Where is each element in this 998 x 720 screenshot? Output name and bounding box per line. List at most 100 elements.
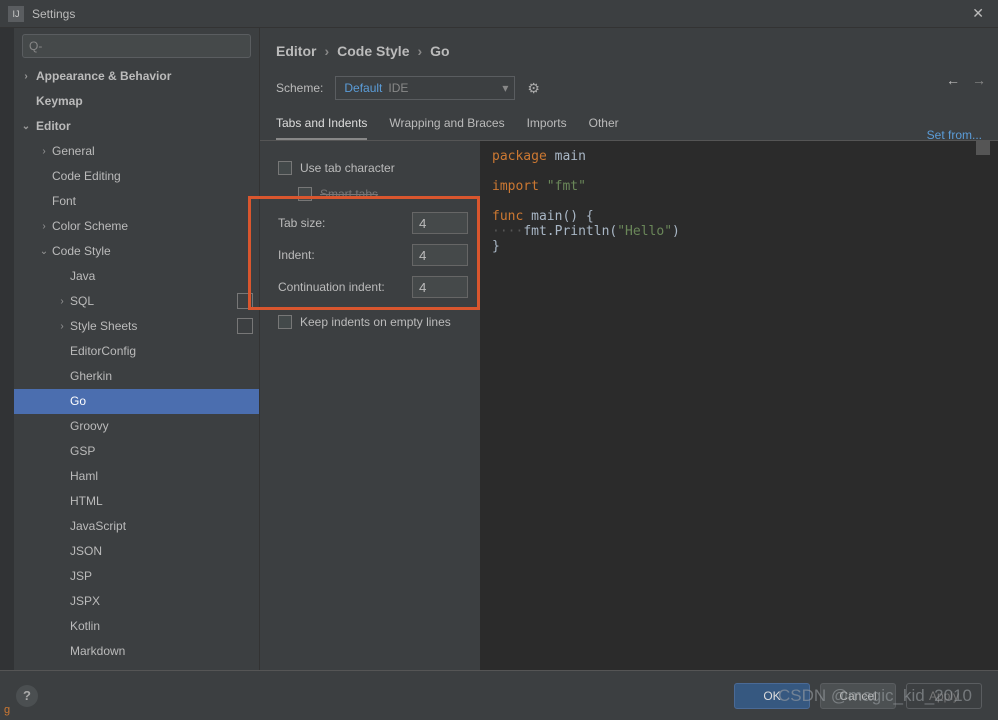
tree-item-label: General xyxy=(52,144,95,158)
tree-item-label: Style Sheets xyxy=(70,319,137,333)
tree-item-label: JSP xyxy=(70,569,92,583)
tab-imports[interactable]: Imports xyxy=(527,116,567,140)
tree-item-label: JSON xyxy=(70,544,102,558)
indent-label: Indent: xyxy=(278,248,315,262)
preview-settings-icon[interactable] xyxy=(976,141,990,155)
continuation-indent-input[interactable] xyxy=(412,276,468,298)
smart-tabs-label: Smart tabs xyxy=(320,187,378,201)
ok-button[interactable]: OK xyxy=(734,683,810,709)
keep-indents-label: Keep indents on empty lines xyxy=(300,315,451,329)
tree-item-label: HTML xyxy=(70,494,103,508)
tree-item-label: Gherkin xyxy=(70,369,112,383)
tree-item-label: Go xyxy=(70,394,86,408)
tree-item-label: Java xyxy=(70,269,95,283)
expand-icon[interactable]: › xyxy=(20,64,32,89)
expand-icon[interactable]: › xyxy=(38,139,50,164)
apply-button: Apply xyxy=(906,683,982,709)
crumb-editor[interactable]: Editor xyxy=(276,43,316,59)
nav-back-icon[interactable]: ← xyxy=(946,72,960,88)
tree-item-label: Keymap xyxy=(36,94,83,108)
expand-icon[interactable]: ⌄ xyxy=(38,239,50,264)
tree-item-label: Code Style xyxy=(52,244,111,258)
tree-item-editorconfig[interactable]: EditorConfig xyxy=(14,339,259,364)
expand-icon[interactable]: › xyxy=(56,289,68,314)
tree-item-label: Color Scheme xyxy=(52,219,128,233)
tree-item-go[interactable]: Go xyxy=(14,389,259,414)
continuation-indent-label: Continuation indent: xyxy=(278,280,385,294)
tree-item-label: Code Editing xyxy=(52,169,121,183)
tree-item-label: JSPX xyxy=(70,594,100,608)
breadcrumb: Editor › Code Style › Go xyxy=(260,28,998,64)
scheme-label: Scheme: xyxy=(276,81,323,95)
tree-item-html[interactable]: HTML xyxy=(14,489,259,514)
tree-item-label: JavaScript xyxy=(70,519,126,533)
tree-item-keymap[interactable]: Keymap xyxy=(14,89,259,114)
tree-item-json[interactable]: JSON xyxy=(14,539,259,564)
search-input[interactable]: Q- xyxy=(22,34,251,58)
tree-item-color-scheme[interactable]: ›Color Scheme xyxy=(14,214,259,239)
tree-item-label: Editor xyxy=(36,119,71,133)
form-pane: Use tab character Smart tabs Tab size: I… xyxy=(260,141,480,670)
tree-item-label: Markdown xyxy=(70,644,125,658)
tree-item-label: Appearance & Behavior xyxy=(36,69,171,83)
expand-icon[interactable]: ⌄ xyxy=(20,114,32,139)
crumb-go[interactable]: Go xyxy=(430,43,449,59)
titlebar: IJ Settings ✕ xyxy=(0,0,998,28)
tree-item-kotlin[interactable]: Kotlin xyxy=(14,614,259,639)
tree-item-javascript[interactable]: JavaScript xyxy=(14,514,259,539)
tree-item-gherkin[interactable]: Gherkin xyxy=(14,364,259,389)
tree-item-code-editing[interactable]: Code Editing xyxy=(14,164,259,189)
sidebar: Q- ›Appearance & BehaviorKeymap⌄Editor›G… xyxy=(0,28,260,670)
nav-arrows: ← → xyxy=(946,72,986,88)
settings-tree: ›Appearance & BehaviorKeymap⌄Editor›Gene… xyxy=(0,64,259,670)
tree-item-jspx[interactable]: JSPX xyxy=(14,589,259,614)
module-badge-icon xyxy=(237,318,253,334)
tree-item-java[interactable]: Java xyxy=(14,264,259,289)
tree-item-general[interactable]: ›General xyxy=(14,139,259,164)
keep-indents-checkbox[interactable] xyxy=(278,315,292,329)
tree-item-jsp[interactable]: JSP xyxy=(14,564,259,589)
bottom-bar: ? OK Cancel Apply xyxy=(0,670,998,720)
main-panel: Editor › Code Style › Go ← → Scheme: Def… xyxy=(260,28,998,670)
set-from-link[interactable]: Set from... xyxy=(927,128,982,142)
tree-item-groovy[interactable]: Groovy xyxy=(14,414,259,439)
tree-item-label: Groovy xyxy=(70,419,109,433)
expand-icon[interactable]: › xyxy=(56,314,68,339)
window-title: Settings xyxy=(32,7,75,21)
tree-item-label: Font xyxy=(52,194,76,208)
help-icon[interactable]: ? xyxy=(16,685,38,707)
expand-icon[interactable]: › xyxy=(38,214,50,239)
nav-forward-icon: → xyxy=(972,72,986,88)
tree-item-label: Haml xyxy=(70,469,98,483)
tab-size-input[interactable] xyxy=(412,212,468,234)
smart-tabs-checkbox xyxy=(298,187,312,201)
use-tab-char-label: Use tab character xyxy=(300,161,395,175)
tab-size-label: Tab size: xyxy=(278,216,325,230)
tab-wrapping-and-braces[interactable]: Wrapping and Braces xyxy=(389,116,504,140)
gear-icon[interactable]: ⚙ xyxy=(527,80,540,97)
tree-item-label: EditorConfig xyxy=(70,344,136,358)
tree-item-font[interactable]: Font xyxy=(14,189,259,214)
tree-item-markdown[interactable]: Markdown xyxy=(14,639,259,664)
tree-item-label: Kotlin xyxy=(70,619,100,633)
close-icon[interactable]: ✕ xyxy=(966,5,990,22)
code-preview: package main import "fmt" func main() { … xyxy=(480,141,998,670)
tree-item-appearance-behavior[interactable]: › Appearance & Behavior xyxy=(14,64,259,89)
corner-mark: g xyxy=(4,704,10,716)
tree-item-style-sheets[interactable]: ›Style Sheets xyxy=(14,314,259,339)
app-logo: IJ xyxy=(8,6,24,22)
cancel-button[interactable]: Cancel xyxy=(820,683,896,709)
tree-item-haml[interactable]: Haml xyxy=(14,464,259,489)
tree-item-editor[interactable]: ⌄ Editor xyxy=(14,114,259,139)
indent-input[interactable] xyxy=(412,244,468,266)
scheme-select[interactable]: Default IDE xyxy=(335,76,515,100)
tab-other[interactable]: Other xyxy=(589,116,619,140)
tab-tabs-and-indents[interactable]: Tabs and Indents xyxy=(276,116,367,140)
tabs: Tabs and Indents Wrapping and Braces Impor… xyxy=(260,104,998,141)
use-tab-char-checkbox[interactable] xyxy=(278,161,292,175)
tree-item-gsp[interactable]: GSP xyxy=(14,439,259,464)
tree-item-label: SQL xyxy=(70,294,94,308)
tree-item-code-style[interactable]: ⌄Code Style xyxy=(14,239,259,264)
tree-item-sql[interactable]: ›SQL xyxy=(14,289,259,314)
crumb-codestyle[interactable]: Code Style xyxy=(337,43,409,59)
